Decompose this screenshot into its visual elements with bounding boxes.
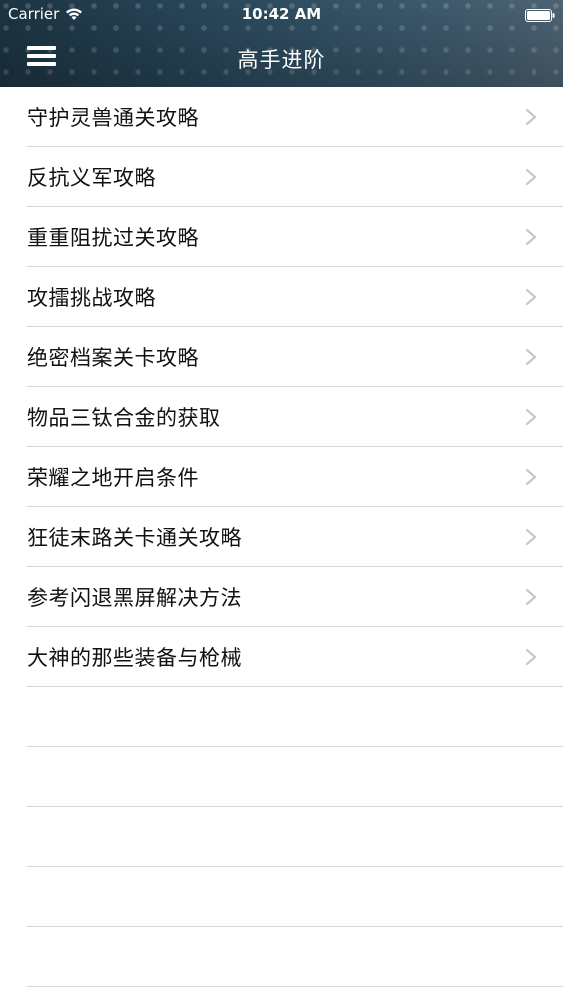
chevron-right-icon bbox=[525, 528, 537, 546]
status-bar: Carrier 10:42 AM bbox=[0, 0, 563, 28]
chevron-right-icon bbox=[525, 348, 537, 366]
chevron-right-icon bbox=[525, 168, 537, 186]
list-item-label: 重重阻扰过关攻略 bbox=[27, 225, 199, 250]
navigation-bar: 高手进阶 bbox=[0, 28, 563, 87]
chevron-right-icon bbox=[525, 228, 537, 246]
chevron-right-icon bbox=[525, 648, 537, 666]
empty-list-row bbox=[27, 867, 563, 927]
list-item[interactable]: 参考闪退黑屏解决方法 bbox=[27, 567, 563, 627]
list-item-label: 守护灵兽通关攻略 bbox=[27, 105, 199, 130]
list-item[interactable]: 绝密档案关卡攻略 bbox=[27, 327, 563, 387]
list-item-label: 荣耀之地开启条件 bbox=[27, 465, 199, 490]
list-item-label: 反抗义军攻略 bbox=[27, 165, 156, 190]
list-item-label: 物品三钛合金的获取 bbox=[27, 405, 221, 430]
chevron-right-icon bbox=[525, 408, 537, 426]
page-title: 高手进阶 bbox=[237, 48, 326, 72]
empty-list-row bbox=[27, 687, 563, 747]
empty-list-row bbox=[27, 927, 563, 987]
list-item[interactable]: 狂徒末路关卡通关攻略 bbox=[27, 507, 563, 567]
list-item[interactable]: 大神的那些装备与枪械 bbox=[27, 627, 563, 687]
list-item[interactable]: 守护灵兽通关攻略 bbox=[27, 87, 563, 147]
empty-list-row bbox=[27, 747, 563, 807]
battery-icon bbox=[525, 8, 555, 22]
chevron-right-icon bbox=[525, 468, 537, 486]
list-item[interactable]: 反抗义军攻略 bbox=[27, 147, 563, 207]
list-item[interactable]: 攻擂挑战攻略 bbox=[27, 267, 563, 327]
list-item-label: 攻擂挑战攻略 bbox=[27, 285, 156, 310]
list-item-label: 狂徒末路关卡通关攻略 bbox=[27, 525, 242, 550]
list-item[interactable]: 重重阻扰过关攻略 bbox=[27, 207, 563, 267]
chevron-right-icon bbox=[525, 108, 537, 126]
empty-list-row bbox=[27, 807, 563, 867]
list-item-label: 参考闪退黑屏解决方法 bbox=[27, 585, 242, 610]
list-item-label: 大神的那些装备与枪械 bbox=[27, 645, 242, 670]
status-time: 10:42 AM bbox=[241, 5, 322, 23]
list-item[interactable]: 荣耀之地开启条件 bbox=[27, 447, 563, 507]
list-item-label: 绝密档案关卡攻略 bbox=[27, 345, 199, 370]
list-item[interactable]: 物品三钛合金的获取 bbox=[27, 387, 563, 447]
chevron-right-icon bbox=[525, 288, 537, 306]
guide-list: 守护灵兽通关攻略 反抗义军攻略重重阻扰过关攻略 攻擂挑战攻略绝密档案关卡攻略 物品三钛… bbox=[0, 87, 563, 987]
chevron-right-icon bbox=[525, 588, 537, 606]
navigation-header: Carrier 10:42 AM 高手进阶 bbox=[0, 0, 563, 87]
